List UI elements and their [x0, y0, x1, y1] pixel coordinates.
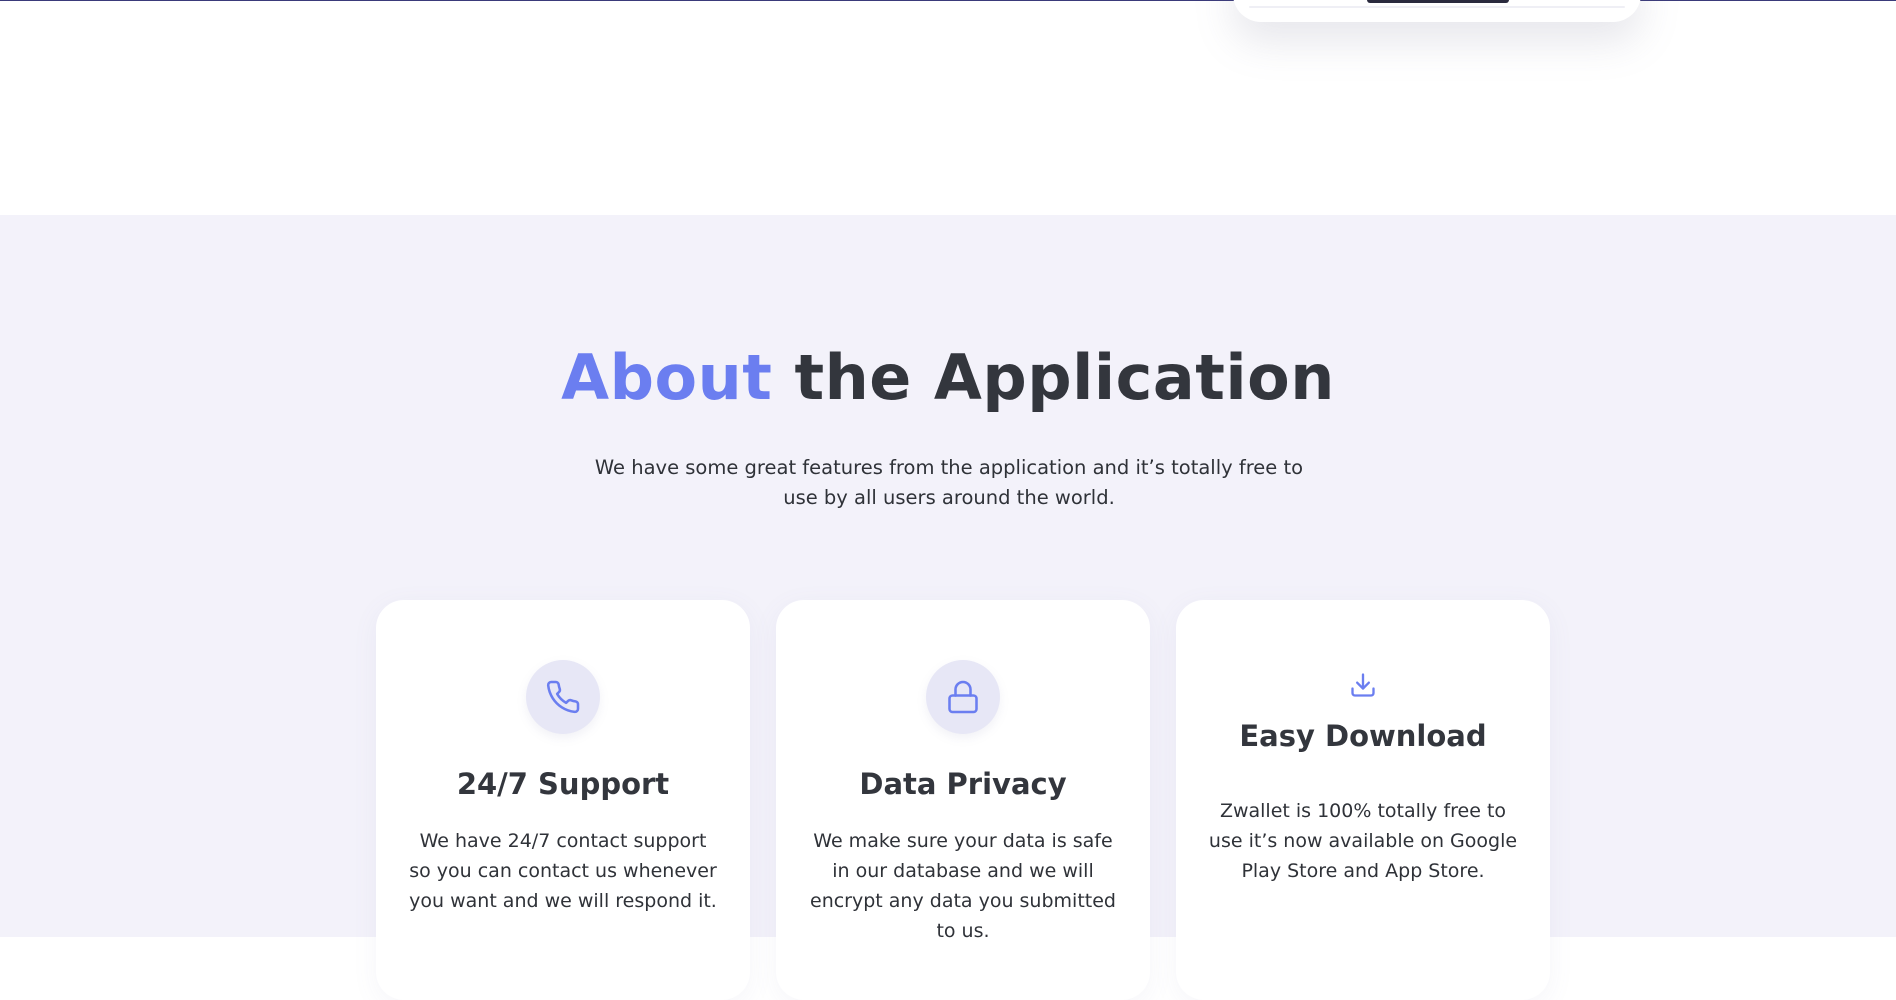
- feature-description: Zwallet is 100% totally free to use it’s…: [1208, 800, 1518, 882]
- about-title-accent: About: [561, 341, 773, 414]
- phone-icon: [526, 660, 600, 734]
- feature-card-download: Easy Download Zwallet is 100% totally fr…: [1176, 600, 1550, 1000]
- about-title: About the Application: [0, 341, 1896, 414]
- hero-section-bottom: [0, 0, 1896, 215]
- about-subtitle: We have some great features from the app…: [594, 456, 1304, 509]
- phone-mockup: [1233, 0, 1641, 22]
- phone-screen-edge: [1249, 6, 1625, 8]
- feature-title: 24/7 Support: [456, 767, 670, 801]
- feature-description: We make sure your data is safe in our da…: [810, 830, 1116, 942]
- feature-card-privacy: Data Privacy We make sure your data is s…: [776, 600, 1150, 1000]
- lock-icon: [926, 660, 1000, 734]
- feature-card-support: 24/7 Support We have 24/7 contact suppor…: [376, 600, 750, 1000]
- download-icon: [1348, 670, 1378, 700]
- feature-title: Easy Download: [1239, 719, 1487, 753]
- about-title-rest: the Application: [772, 341, 1335, 414]
- feature-title: Data Privacy: [859, 767, 1067, 801]
- feature-description: We have 24/7 contact support so you can …: [409, 830, 717, 912]
- phone-home-indicator: [1367, 0, 1509, 3]
- about-section: About the Application We have some great…: [0, 215, 1896, 1000]
